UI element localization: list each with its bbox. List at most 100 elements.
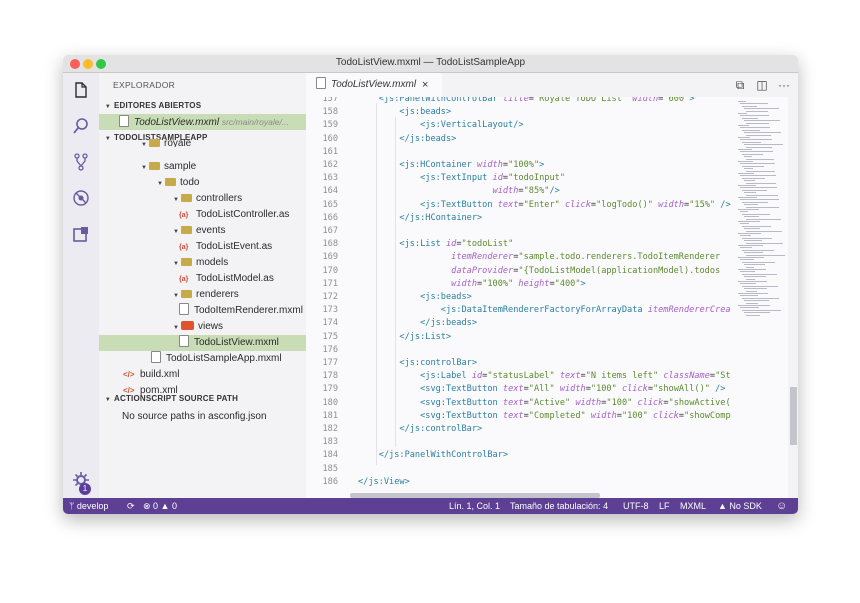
minimap-line xyxy=(738,221,760,222)
more-actions-icon[interactable]: ··· xyxy=(776,77,792,93)
extensions-icon[interactable] xyxy=(72,225,90,243)
minimap-line xyxy=(740,151,774,153)
tree-item[interactable]: ▼ controllers xyxy=(99,191,306,207)
chevron-down-icon: ▼ xyxy=(173,229,179,235)
code-line[interactable]: 166 </js:HContainer> xyxy=(306,212,734,225)
code-line[interactable]: 174 </js:beads> xyxy=(306,317,734,330)
code-token: "100" xyxy=(590,384,622,395)
line-number: 165 xyxy=(322,199,338,210)
code-token: "85%" xyxy=(523,186,550,197)
encoding[interactable]: UTF-8 xyxy=(623,498,649,514)
file-icon xyxy=(119,115,129,127)
tree-item[interactable]: </> build.xml xyxy=(99,367,306,383)
branch-indicator[interactable]: ᛘ develop xyxy=(69,498,108,514)
tree-item[interactable]: {a} TodoListModel.as xyxy=(99,271,306,287)
code-line[interactable]: 159 <js:VerticalLayout/> xyxy=(306,119,734,132)
code-line[interactable]: 186 </js:View> xyxy=(306,476,734,489)
tree-item-label: sample xyxy=(164,161,197,172)
tree-item[interactable]: TodoItemRenderer.mxml xyxy=(99,303,306,319)
code-line[interactable]: 182 </js:controlBar> xyxy=(306,423,734,436)
tree-item[interactable]: ▼ views xyxy=(99,319,306,335)
code-line[interactable]: 165 <js:TextButton text="Enter" click="l… xyxy=(306,199,734,212)
code-line[interactable]: 171 width="100%" height="400"> xyxy=(306,278,734,291)
code-line[interactable]: 170 dataProvider="{TodoListModel(applica… xyxy=(306,265,734,278)
code-editor[interactable]: 157 <js:PanelWithControlBar title="Royal… xyxy=(306,97,734,498)
problems-indicator[interactable]: ⊗ 0 ▲ 0 xyxy=(143,498,177,514)
code-line[interactable]: 183 xyxy=(306,436,734,449)
minimap-line xyxy=(740,139,772,141)
code-line[interactable]: 163 <js:TextInput id="todoInput" xyxy=(306,172,734,185)
code-line[interactable]: 178 <js:Label id="statusLabel" text="N i… xyxy=(306,370,734,383)
code-line[interactable]: 160 </js:beads> xyxy=(306,133,734,146)
sdk-indicator[interactable]: ▲ No SDK xyxy=(718,498,762,514)
tree-item[interactable]: {a} TodoListController.as xyxy=(99,207,306,223)
close-icon[interactable]: × xyxy=(422,73,428,97)
debug-icon[interactable] xyxy=(72,189,90,207)
actionscript-file-icon: {a} xyxy=(179,212,189,219)
code-line[interactable]: 185 xyxy=(306,463,734,476)
folder-icon xyxy=(181,290,192,298)
code-line[interactable]: 179 <svg:TextButton text="All" width="10… xyxy=(306,383,734,396)
files-icon[interactable] xyxy=(72,81,90,99)
code-line[interactable]: 168 <js:List id="todoList" xyxy=(306,238,734,251)
tree-item[interactable]: {a} TodoListEvent.as xyxy=(99,239,306,255)
code-token: width xyxy=(590,410,617,421)
tree-item[interactable]: ▼ todo xyxy=(99,175,306,191)
open-changes-icon[interactable]: ⧉ xyxy=(732,77,748,93)
feedback-icon[interactable]: ☺ xyxy=(776,498,787,514)
line-number: 174 xyxy=(322,318,338,329)
open-editor-item[interactable]: TodoListView.mxml src/main/royale/... xyxy=(99,114,306,130)
code-token: </js:View> xyxy=(358,476,410,487)
code-line[interactable]: 158 <js:beads> xyxy=(306,106,734,119)
code-line[interactable]: 167 xyxy=(306,225,734,238)
actionscript-file-icon: {a} xyxy=(179,276,189,283)
code-token: "Royale TODO List" xyxy=(533,97,633,104)
source-path-section[interactable]: ▼ ACTIONSCRIPT SOURCE PATH xyxy=(99,391,306,406)
tree-item[interactable]: ▼ models xyxy=(99,255,306,271)
code-line[interactable]: 181 <svg:TextButton text="Completed" wid… xyxy=(306,410,734,423)
tree-item[interactable]: ▼ events xyxy=(99,223,306,239)
vertical-scrollbar[interactable] xyxy=(788,97,798,498)
open-editors-section[interactable]: ▼ EDITORES ABIERTOS xyxy=(99,98,306,113)
tree-item[interactable]: ▼ royale xyxy=(99,139,306,147)
search-icon[interactable] xyxy=(72,117,90,135)
scrollbar-thumb[interactable] xyxy=(790,387,797,445)
tab-size[interactable]: Tamaño de tabulación: 4 xyxy=(510,498,608,514)
code-line[interactable]: 169 itemRenderer="sample.todo.renderers.… xyxy=(306,251,734,264)
tree-item[interactable]: ▼ renderers xyxy=(99,287,306,303)
line-number: 159 xyxy=(322,120,338,131)
code-token: <js:controlBar> xyxy=(399,358,478,368)
source-control-icon[interactable] xyxy=(72,153,90,171)
tree-item[interactable]: ▼ sample xyxy=(99,159,306,175)
line-number: 171 xyxy=(322,278,338,289)
code-line[interactable]: 161 xyxy=(306,146,734,159)
code-line[interactable]: 175 </js:List> xyxy=(306,331,734,344)
tree-item[interactable]: TodoListView.mxml xyxy=(99,335,306,351)
tab-todolistview[interactable]: TodoListView.mxml × xyxy=(306,73,442,97)
tree-item[interactable]: TodoListSampleApp.mxml xyxy=(99,351,306,367)
code-token: "showActive( xyxy=(668,397,731,408)
minimap[interactable] xyxy=(734,97,788,498)
minimap-line xyxy=(742,249,774,251)
code-token: > xyxy=(689,97,695,104)
code-line[interactable]: 184 </js:PanelWithControlBar> xyxy=(306,449,734,462)
folder-icon xyxy=(181,258,192,266)
split-editor-icon[interactable]: ◫ xyxy=(754,77,770,93)
code-line[interactable]: 177 <js:controlBar> xyxy=(306,357,734,370)
line-ending[interactable]: LF xyxy=(659,498,670,514)
code-line[interactable]: 164 width="85%"/> xyxy=(306,185,734,198)
chevron-down-icon: ▼ xyxy=(173,325,179,331)
code-line[interactable]: 173 <js:DataItemRendererFactoryForArrayD… xyxy=(306,304,734,317)
language-mode[interactable]: MXML xyxy=(680,498,706,514)
code-line[interactable]: 176 xyxy=(306,344,734,357)
code-line[interactable]: 162 <js:HContainer width="100%"> xyxy=(306,159,734,172)
code-line[interactable]: 180 <svg:TextButton text="Active" width=… xyxy=(306,397,734,410)
sync-icon[interactable]: ⟳ xyxy=(127,498,135,514)
code-line[interactable]: 172 <js:beads> xyxy=(306,291,734,304)
code-line[interactable]: 157 <js:PanelWithControlBar title="Royal… xyxy=(306,97,734,106)
cursor-position[interactable]: Lín. 1, Col. 1 xyxy=(449,498,500,514)
